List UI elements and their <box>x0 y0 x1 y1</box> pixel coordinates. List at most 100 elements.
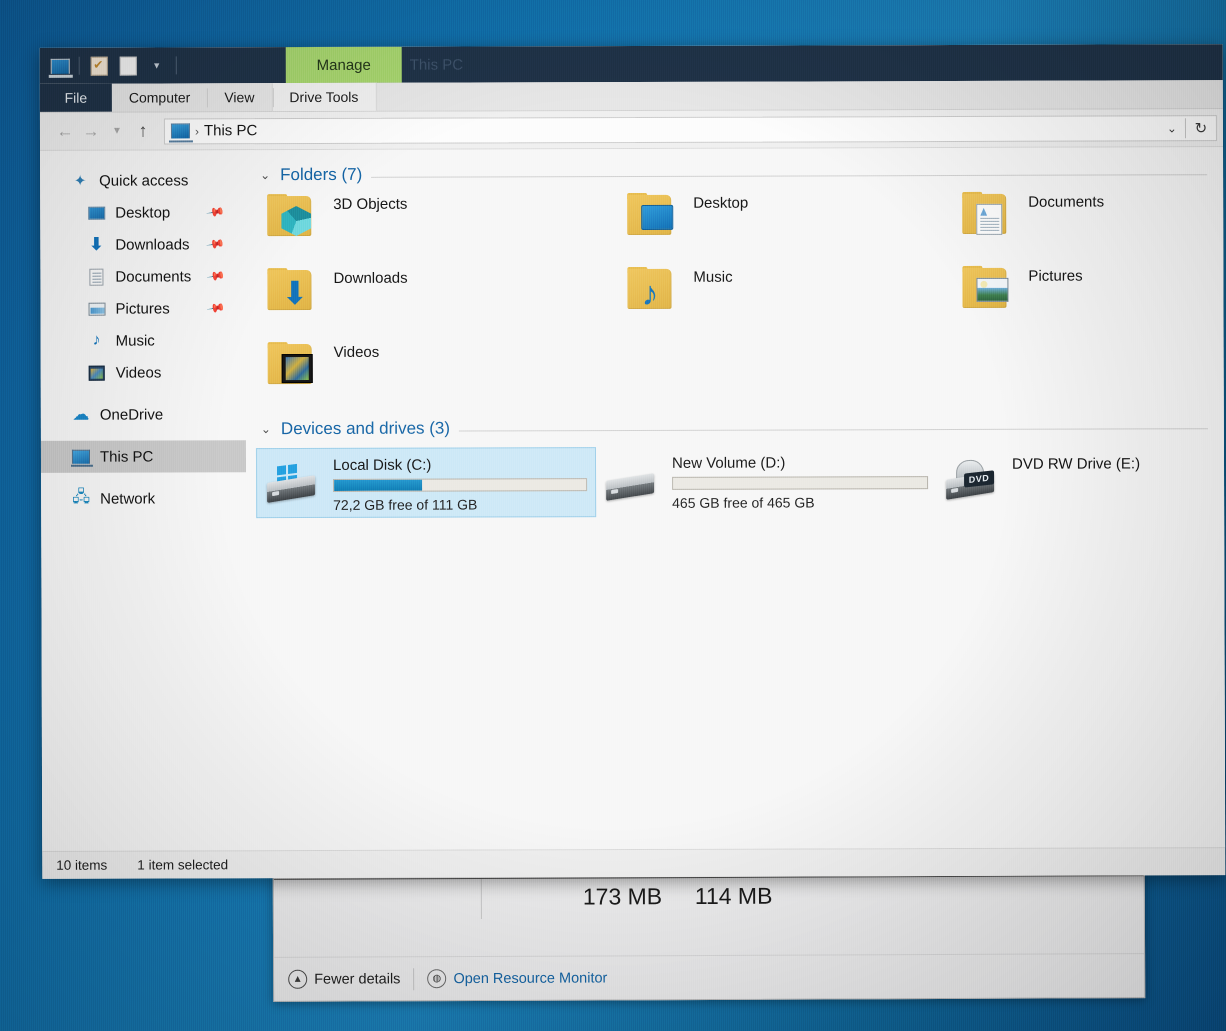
task-manager-window[interactable]: 173 MB 114 MB ▲ Fewer details ◍ Open Res… <box>272 870 1146 1002</box>
sidebar-item-label: OneDrive <box>99 405 164 424</box>
sidebar-item-videos[interactable]: Videos <box>41 356 246 389</box>
breadcrumb[interactable]: › This PC ⌄ ↻ <box>163 114 1217 144</box>
tab-drive-tools[interactable]: Drive Tools <box>271 82 377 112</box>
sidebar-item-pictures[interactable]: Pictures 📌 <box>40 292 245 325</box>
fewer-details-label: Fewer details <box>314 970 401 988</box>
address-bar-controls: ⌄ ↻ <box>1159 116 1216 140</box>
star-pin-icon: ✦ <box>73 172 87 190</box>
list-item[interactable]: 3D Objects <box>263 189 623 264</box>
navigation-pane[interactable]: ✦ Quick access Desktop 📌 ⬇ Downloads 📌 D… <box>40 150 248 851</box>
tab-computer[interactable]: Computer <box>112 83 208 111</box>
sidebar-item-network[interactable]: 🖧 Network <box>41 482 246 515</box>
status-bar: 10 items 1 item selected <box>42 847 1226 879</box>
list-item[interactable]: Desktop <box>623 188 958 263</box>
new-folder-icon[interactable] <box>115 53 141 79</box>
sidebar-item-desktop[interactable]: Desktop 📌 <box>40 196 245 229</box>
arrow-up-icon[interactable]: ↑ <box>130 118 156 144</box>
file-explorer-window[interactable]: ▼ Manage This PC File Computer View Driv… <box>39 44 1226 879</box>
drive-label: New Volume (D:) <box>671 454 786 472</box>
sidebar-item-music[interactable]: ♪ Music <box>41 324 246 357</box>
drive-item-local-disk-c[interactable]: Local Disk (C:) 72,2 GB free of 111 GB <box>255 447 597 519</box>
refresh-icon[interactable]: ↻ <box>1186 115 1216 141</box>
pushpin-icon[interactable]: 📌 <box>206 234 226 254</box>
drive-item-new-volume-d[interactable]: New Volume (D:) 465 GB free of 465 GB <box>596 446 936 517</box>
address-bar[interactable]: ← → ▼ ↑ › This PC ⌄ ↻ <box>39 109 1224 151</box>
tab-manage[interactable]: Manage <box>285 46 402 84</box>
quick-access-toolbar[interactable]: ▼ <box>47 52 180 78</box>
properties-icon[interactable] <box>86 53 112 79</box>
sidebar-item-label: Downloads <box>115 235 190 254</box>
drive-free-space: 465 GB free of 465 GB <box>672 494 815 511</box>
tab-file[interactable]: File <box>39 83 112 112</box>
chevron-up-circle-icon: ▲ <box>288 969 308 989</box>
list-item[interactable]: ♪ Music <box>623 262 958 337</box>
drive-item-dvd-rw-e[interactable]: DVD DVD RW Drive (E:) <box>936 445 1224 516</box>
list-item-label: Downloads <box>333 269 408 287</box>
sidebar-item-label: Pictures <box>115 299 170 318</box>
breadcrumb-path: This PC <box>203 122 258 140</box>
drives-grid: Local Disk (C:) 72,2 GB free of 111 GB N… <box>246 445 1224 519</box>
fewer-details-button[interactable]: ▲ Fewer details <box>288 969 413 989</box>
drive-info: New Volume (D:) 465 GB free of 465 GB <box>671 452 929 511</box>
picture-icon <box>86 299 106 319</box>
list-item[interactable]: Videos <box>264 337 624 412</box>
drive-capacity-bar <box>333 478 588 492</box>
tab-computer-label: Computer <box>128 89 191 106</box>
sidebar-item-onedrive[interactable]: ☁ OneDrive <box>41 398 246 431</box>
this-pc-icon <box>71 447 91 467</box>
folder-pictures-icon <box>958 265 1014 312</box>
tab-manage-label: Manage <box>316 56 371 74</box>
document-icon <box>86 267 106 287</box>
pushpin-icon[interactable]: 📌 <box>206 202 226 222</box>
tab-view-label: View <box>224 89 255 106</box>
group-header-devices[interactable]: ⌄ Devices and drives (3) <box>246 411 1224 444</box>
sidebar-item-this-pc[interactable]: This PC <box>40 440 247 473</box>
pushpin-icon[interactable]: 📌 <box>206 298 226 318</box>
toolbar-divider <box>175 56 177 75</box>
video-film-icon <box>87 363 107 383</box>
chevron-down-icon[interactable]: ▼ <box>144 52 170 78</box>
drive-free-space: 72,2 GB free of 111 GB <box>333 496 478 513</box>
memory-value-cell: 114 MB <box>694 882 773 910</box>
drive-label: DVD RW Drive (E:) <box>1011 455 1141 473</box>
tab-file-label: File <box>64 89 88 106</box>
sidebar-item-downloads[interactable]: ⬇ Downloads 📌 <box>40 228 245 261</box>
list-item-label: Desktop <box>693 194 749 212</box>
content-pane[interactable]: ⌄ Folders (7) 3D Objects Desktop Documen… <box>245 147 1226 851</box>
folder-music-icon: ♪ <box>623 266 679 313</box>
ribbon-tab-strip[interactable]: File Computer View Drive Tools <box>39 80 1223 113</box>
folder-desktop-icon <box>623 192 679 239</box>
group-title: Devices and drives (3) <box>280 418 451 439</box>
sidebar-item-label: Documents <box>115 267 192 286</box>
sidebar-item-label: Music <box>115 332 155 350</box>
sidebar-item-documents[interactable]: Documents 📌 <box>40 260 245 293</box>
arrow-left-icon[interactable]: ← <box>52 118 78 144</box>
title-bar[interactable]: ▼ Manage This PC <box>39 44 1223 84</box>
chevron-down-icon[interactable]: ⌄ <box>260 422 272 436</box>
list-item[interactable]: Pictures <box>958 261 1223 336</box>
chevron-down-icon[interactable]: ⌄ <box>259 168 271 182</box>
toolbar-divider <box>78 56 80 75</box>
column-divider[interactable] <box>480 878 482 919</box>
cloud-icon: ☁ <box>72 404 90 424</box>
chevron-down-icon[interactable]: ⌄ <box>1159 115 1185 141</box>
chevron-down-icon[interactable]: ▼ <box>104 118 130 144</box>
list-item[interactable]: Documents <box>958 187 1223 262</box>
pushpin-icon[interactable]: 📌 <box>206 266 226 286</box>
resource-monitor-icon: ◍ <box>427 969 447 989</box>
list-item[interactable]: ⬇ Downloads <box>263 263 623 338</box>
memory-value-cell: 173 MB <box>582 883 663 910</box>
sidebar-item-quick-access[interactable]: ✦ Quick access <box>40 164 245 197</box>
windows-hard-drive-icon <box>265 463 321 509</box>
network-icon: 🖧 <box>72 488 91 506</box>
sidebar-item-label: Videos <box>115 363 162 382</box>
list-item-label: Music <box>693 268 733 286</box>
sidebar-item-label: Quick access <box>99 171 189 190</box>
open-resource-monitor-link[interactable]: ◍ Open Resource Monitor <box>414 968 607 989</box>
group-header-folders[interactable]: ⌄ Folders (7) <box>245 157 1223 190</box>
arrow-right-icon[interactable]: → <box>78 118 104 144</box>
this-pc-icon[interactable] <box>47 53 73 79</box>
sidebar-item-label: This PC <box>99 448 154 466</box>
tab-view[interactable]: View <box>207 83 271 111</box>
breadcrumb-separator: › <box>194 123 199 138</box>
